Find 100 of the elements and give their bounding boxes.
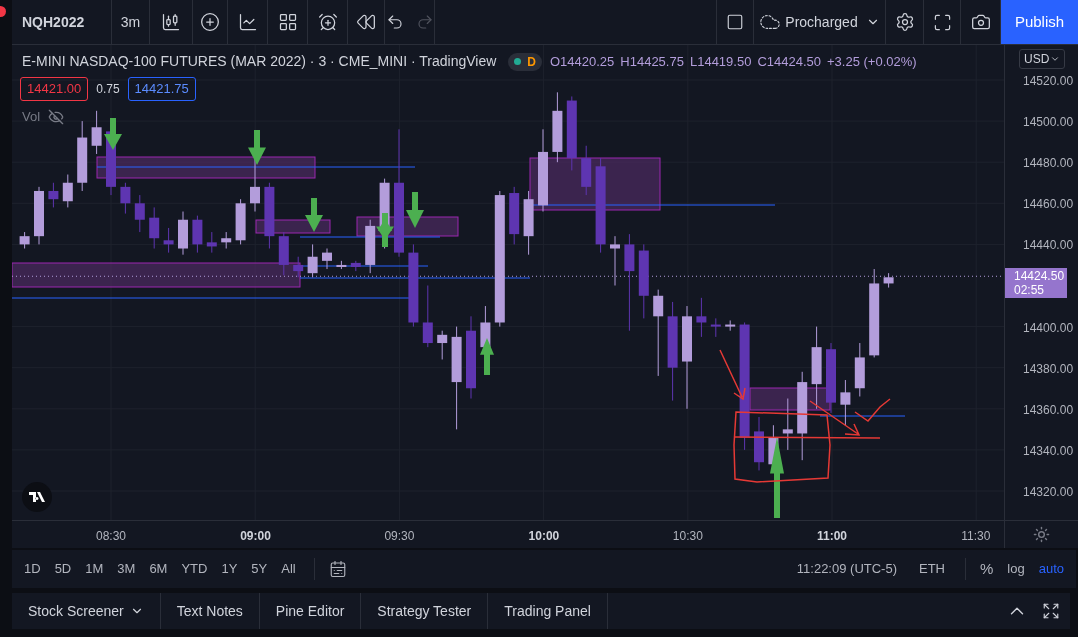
price-tick: 14440.00 [1023, 237, 1074, 255]
candle [840, 379, 851, 426]
candle [854, 342, 865, 397]
down-arrow-marker [406, 192, 424, 228]
price-tick: 14380.00 [1023, 360, 1074, 378]
bid-price[interactable]: 14421.00 [20, 77, 89, 101]
candle [34, 186, 44, 245]
candle [307, 243, 318, 278]
candle [62, 174, 73, 208]
range-button[interactable]: 1M [85, 559, 104, 579]
candle [725, 319, 736, 332]
price-tick: 14460.00 [1023, 196, 1074, 214]
chevron-down-icon [1050, 54, 1061, 64]
candle [77, 120, 88, 192]
publish-button[interactable]: Publish [1001, 0, 1078, 44]
last-price-label: 14424.50 02:55 [1005, 268, 1067, 299]
hand-drawn-arrow [719, 349, 746, 401]
price-tick: 14320.00 [1023, 484, 1074, 501]
eye-off-icon[interactable] [48, 108, 65, 125]
range-button[interactable]: 5Y [251, 559, 268, 579]
clock-text[interactable]: 11:22:09 (UTC-5) [796, 559, 897, 579]
down-arrow-marker [248, 130, 266, 165]
candle [581, 145, 592, 196]
candle [120, 182, 131, 215]
range-button[interactable]: 1Y [221, 559, 238, 579]
candle [883, 272, 894, 289]
log-toggle[interactable]: log [1007, 559, 1025, 579]
percent-toggle[interactable]: % [980, 557, 994, 581]
date-range-icon[interactable] [328, 560, 347, 578]
candle [221, 231, 232, 249]
candle [178, 211, 188, 256]
hand-drawn-arrow [809, 400, 861, 436]
candle [91, 110, 102, 155]
price-tick: 14520.00 [1023, 73, 1074, 90]
logo-icon [22, 482, 52, 512]
low-value: L14419.50 [689, 52, 752, 71]
candle [422, 285, 433, 348]
time-tick: 09:00 [240, 528, 271, 545]
close-value: C14424.50 [757, 52, 821, 71]
candle [206, 231, 217, 254]
symbol-title: E-MINI NASDAQ-100 FUTURES (MAR 2022) · 3 · CME_MINI · TradingView [22, 52, 497, 71]
candle [19, 231, 30, 249]
symbol-button[interactable]: NQH2022 [12, 0, 112, 44]
time-tick: 11:00 [817, 528, 848, 545]
candle [235, 198, 246, 245]
time-tick: 10:30 [672, 528, 703, 545]
ask-price[interactable]: 14421.75 [127, 77, 196, 101]
panel-tab[interactable]: Strategy Tester [361, 593, 489, 629]
auto-toggle[interactable]: auto [1038, 559, 1064, 579]
price-tick: 14340.00 [1023, 442, 1074, 460]
candle [509, 186, 520, 245]
panel-tab[interactable]: Pine Editor [259, 593, 362, 629]
candle [264, 182, 275, 249]
axis-settings-icon[interactable] [1033, 526, 1050, 543]
interval-button[interactable]: 3m [112, 0, 150, 44]
delay-label: D [527, 53, 536, 71]
down-arrow-marker [104, 118, 122, 150]
price-tick: 14500.00 [1023, 114, 1074, 132]
range-button[interactable]: 5D [54, 559, 72, 579]
candle [278, 231, 289, 276]
candle [710, 317, 721, 338]
candle [48, 182, 59, 208]
maximize-icon[interactable] [1042, 602, 1060, 620]
open-value: O14420.25 [549, 52, 615, 71]
time-tick: 09:30 [384, 528, 415, 545]
panel-tab[interactable]: Stock Screener [12, 593, 161, 629]
candle [365, 219, 376, 274]
layout-button[interactable]: Procharged [754, 0, 886, 44]
up-arrow-marker [480, 338, 494, 375]
high-value: H14425.75 [620, 52, 684, 71]
candle [134, 194, 145, 233]
price-tick: 14400.00 [1023, 319, 1074, 337]
candle [523, 190, 534, 256]
candle [696, 297, 707, 338]
range-button[interactable]: 3M [117, 559, 136, 579]
hand-drawn-checkmark [854, 398, 891, 422]
candle [350, 260, 361, 272]
range-button[interactable]: 6M [149, 559, 168, 579]
candle [782, 398, 793, 451]
candle [552, 91, 563, 163]
candle [437, 330, 448, 360]
candle [754, 416, 764, 471]
change-value: +3.25 (+0.02%) [827, 52, 917, 71]
price-tick: 14360.00 [1023, 401, 1074, 419]
time-tick: 11:30 [961, 528, 991, 545]
candle [163, 227, 174, 254]
candle [610, 235, 620, 286]
spread-value: 0.75 [96, 80, 120, 98]
currency-dropdown[interactable]: USD [1019, 49, 1066, 69]
time-tick: 10:00 [528, 528, 560, 545]
panel-tab[interactable]: Text Notes [160, 593, 260, 629]
range-button[interactable]: All [281, 559, 296, 579]
price-tick: 14480.00 [1023, 155, 1074, 173]
candle [336, 260, 347, 270]
session-button[interactable]: ETH [919, 559, 945, 579]
panel-tab[interactable]: Trading Panel [488, 593, 608, 629]
candle [293, 256, 304, 278]
range-button[interactable]: 1D [24, 559, 41, 579]
range-button[interactable]: YTD [181, 559, 208, 579]
undo-icon[interactable] [385, 13, 404, 31]
